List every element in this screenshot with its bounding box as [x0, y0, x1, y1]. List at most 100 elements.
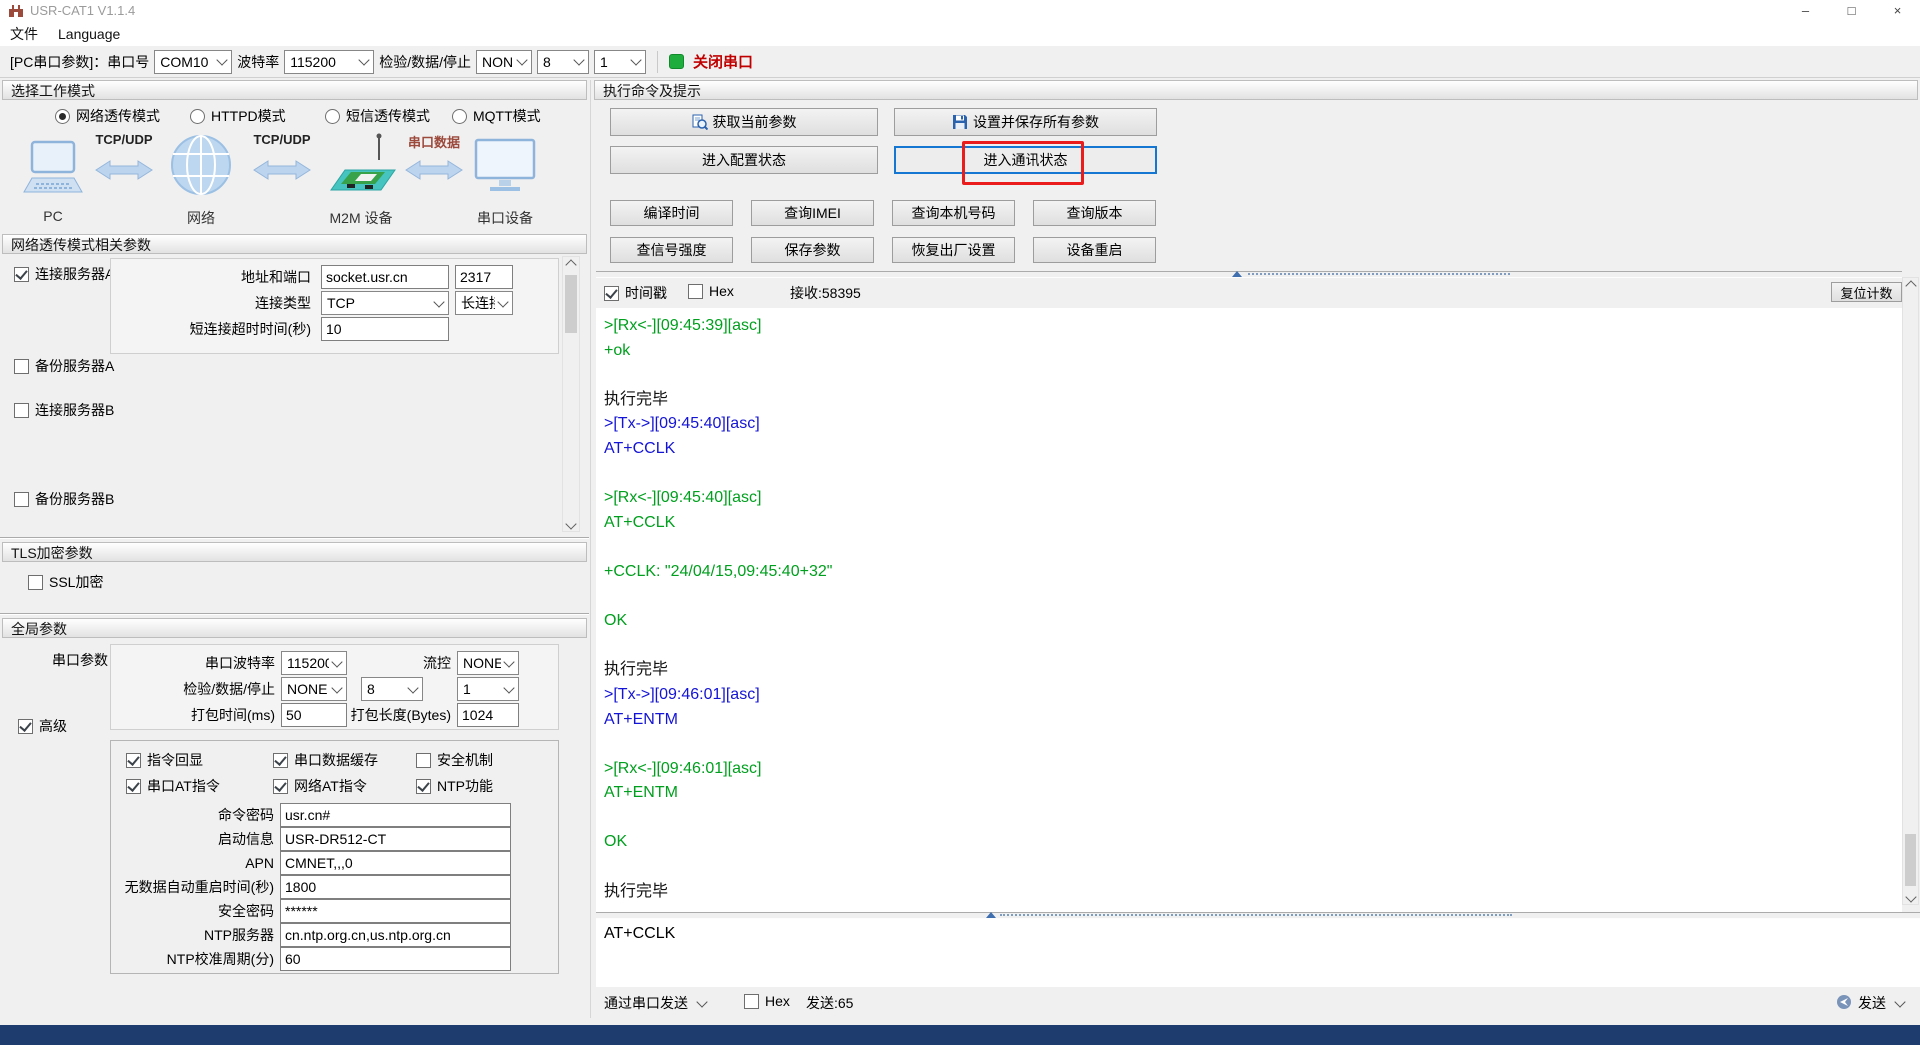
serial-databits-select[interactable]: 8 [361, 677, 423, 701]
server-a-address-input[interactable] [321, 265, 449, 289]
hex-display-checkbox[interactable]: Hex [688, 283, 734, 299]
node-label-pc: PC [22, 208, 84, 224]
query-imei-button[interactable]: 查询IMEI [751, 200, 874, 226]
via-serial-dropdown[interactable]: 通过串口发送 [604, 993, 708, 1013]
send-input-area[interactable]: AT+CCLK [596, 919, 1920, 987]
scroll-down-icon[interactable] [563, 517, 579, 533]
log-line: OK [604, 609, 1902, 634]
checkbox-icon [18, 719, 33, 734]
ntp-server-input[interactable] [280, 923, 511, 947]
menu-language[interactable]: Language [48, 26, 130, 42]
left-panel-scrollbar[interactable] [562, 256, 580, 532]
ssl-checkbox[interactable]: SSL加密 [28, 572, 103, 592]
compile-time-button[interactable]: 编译时间 [610, 200, 733, 226]
flag-net-at[interactable]: 网络AT指令 [273, 776, 367, 796]
send-controls: 通过串口发送 Hex 发送:65 发送 [596, 989, 1920, 1019]
hex-send-checkbox[interactable]: Hex [744, 993, 790, 1009]
chevron-down-icon [331, 656, 342, 667]
com-port-select[interactable]: COM10 [154, 50, 232, 74]
advanced-checkbox[interactable]: 高级 [18, 716, 67, 736]
backup-a-checkbox[interactable]: 备份服务器A [14, 356, 114, 376]
scrollbar-thumb[interactable] [565, 275, 577, 333]
scrollbar-thumb[interactable] [1905, 834, 1916, 886]
serial-parity-select[interactable]: NONE [281, 677, 347, 701]
enter-config-button[interactable]: 进入配置状态 [610, 146, 878, 174]
databits-select[interactable]: 8 [537, 50, 589, 74]
query-signal-button[interactable]: 查信号强度 [610, 237, 733, 263]
ntp-period-input[interactable] [280, 947, 511, 971]
radio-sms-passthrough[interactable]: 短信透传模式 [325, 106, 430, 126]
baud-select[interactable]: 115200 [284, 50, 374, 74]
get-params-button[interactable]: 获取当前参数 [610, 108, 878, 136]
radio-httpd[interactable]: HTTPD模式 [190, 106, 286, 126]
maximize-button[interactable]: □ [1829, 0, 1874, 22]
server-b-checkbox[interactable]: 连接服务器B [14, 400, 114, 420]
send-button[interactable]: 发送 [1858, 993, 1906, 1013]
scroll-down-icon[interactable] [1903, 890, 1918, 906]
keepalive-select[interactable]: 长连接 [455, 291, 513, 315]
chevron-down-icon [630, 54, 641, 65]
close-button[interactable]: × [1875, 0, 1920, 22]
menu-file[interactable]: 文件 [0, 24, 48, 44]
close-port-button[interactable]: 关闭串口 [693, 51, 753, 72]
parity-label: 检验/数据/停止 [379, 50, 471, 74]
serial-parity-label: 检验/数据/停止 [111, 677, 275, 701]
radio-net-passthrough[interactable]: 网络透传模式 [55, 106, 160, 126]
checkbox-icon [273, 779, 288, 794]
send-input-text[interactable]: AT+CCLK [604, 925, 675, 943]
minimize-button[interactable]: – [1783, 0, 1828, 22]
serial-params-panel: 串口波特率 115200 流控 NONE 检验/数据/停止 NONE 8 1 打… [110, 644, 559, 730]
port-open-status-icon [669, 54, 684, 69]
log-scrollbar[interactable] [1902, 277, 1919, 905]
stopbits-select[interactable]: 1 [594, 50, 646, 74]
boot-message-input[interactable] [280, 827, 511, 851]
splitter-dots[interactable] [1000, 914, 1512, 916]
packlen-input[interactable] [457, 703, 519, 727]
splitter-dots[interactable] [1248, 273, 1510, 275]
short-conn-timeout-input[interactable] [321, 317, 449, 341]
tls-group-header: TLS加密参数 [2, 542, 587, 562]
log-line: 执行完毕 [604, 388, 1902, 413]
pc-serial-label: [PC串口参数]：串口号 [10, 50, 149, 74]
query-phone-number-button[interactable]: 查询本机号码 [892, 200, 1015, 226]
flag-serial-cache[interactable]: 串口数据缓存 [273, 750, 378, 770]
parity-select[interactable]: NONI [476, 50, 532, 74]
flag-serial-at[interactable]: 串口AT指令 [126, 776, 220, 796]
flag-security[interactable]: 安全机制 [416, 750, 493, 770]
idle-reboot-label: 无数据自动重启时间(秒) [111, 875, 274, 899]
checkbox-icon [416, 779, 431, 794]
flow-select[interactable]: NONE [457, 651, 519, 675]
splitter-arrow-icon[interactable] [1232, 271, 1242, 277]
idle-reboot-input[interactable] [280, 875, 511, 899]
flag-echo[interactable]: 指令回显 [126, 750, 203, 770]
apn-input[interactable] [280, 851, 511, 875]
scroll-up-icon[interactable] [563, 257, 579, 273]
factory-reset-button[interactable]: 恢复出厂设置 [892, 237, 1015, 263]
reset-counter-button[interactable]: 复位计数 [1831, 282, 1902, 302]
log-body[interactable]: >[Rx<-][09:45:39][asc]+ok 执行完毕>[Tx->][09… [596, 308, 1902, 912]
ntp-period-label: NTP校准周期(分) [111, 947, 274, 971]
splitter-arrow-icon[interactable] [986, 912, 996, 918]
send-icon[interactable] [1836, 994, 1852, 1010]
serial-baud-select[interactable]: 115200 [281, 651, 347, 675]
device-reboot-button[interactable]: 设备重启 [1033, 237, 1156, 263]
security-password-input[interactable] [280, 899, 511, 923]
checkbox-icon [273, 753, 288, 768]
save-params-button[interactable]: 保存参数 [751, 237, 874, 263]
cmd-password-input[interactable] [280, 803, 511, 827]
radio-mqtt[interactable]: MQTT模式 [452, 106, 541, 126]
flag-ntp[interactable]: NTP功能 [416, 776, 493, 796]
checkbox-icon [14, 403, 29, 418]
server-a-port-input[interactable] [455, 265, 513, 289]
query-version-button[interactable]: 查询版本 [1033, 200, 1156, 226]
server-a-checkbox[interactable]: 连接服务器A [14, 264, 114, 284]
conn-type-select[interactable]: TCP [321, 291, 449, 315]
log-line [604, 855, 1902, 880]
serial-stopbits-select[interactable]: 1 [457, 677, 519, 701]
radio-icon [325, 109, 340, 124]
scroll-up-icon[interactable] [1903, 278, 1918, 294]
timestamp-checkbox[interactable]: 时间戳 [604, 283, 667, 303]
set-save-params-button[interactable]: 设置并保存所有参数 [894, 108, 1157, 136]
backup-b-checkbox[interactable]: 备份服务器B [14, 489, 114, 509]
serial-params-label: 串口参数 [52, 648, 108, 672]
